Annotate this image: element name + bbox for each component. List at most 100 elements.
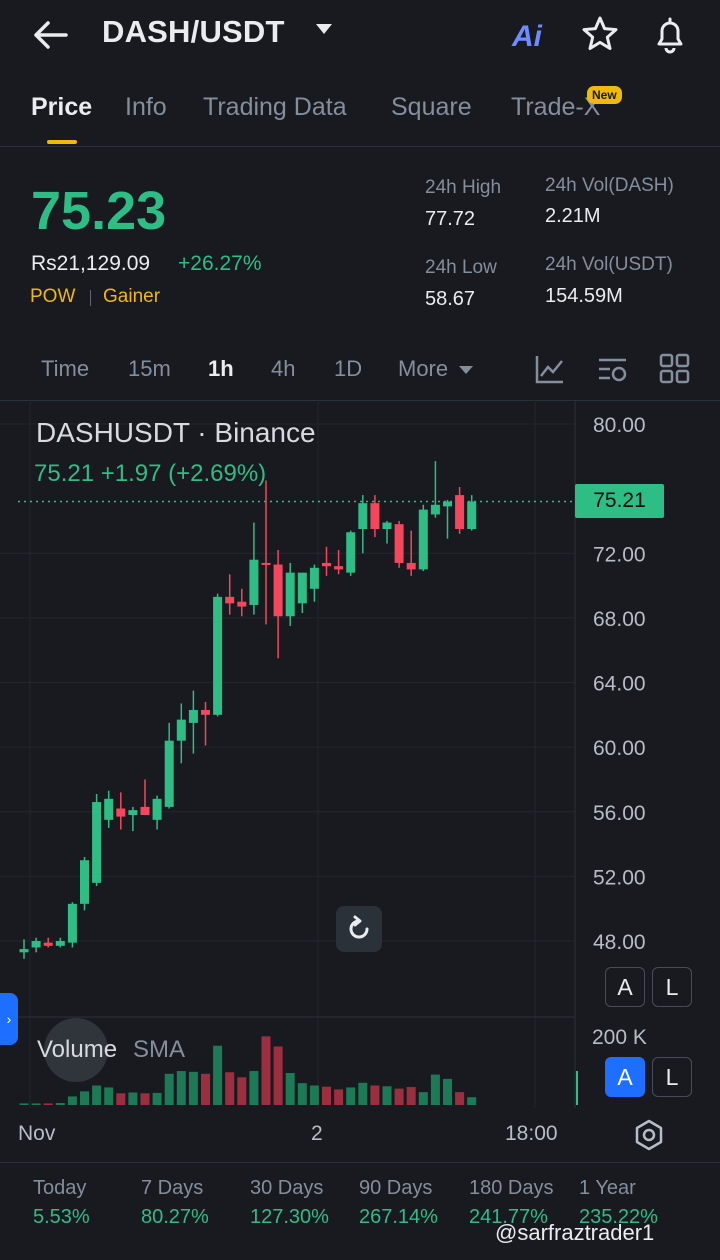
tab-trading-data[interactable]: Trading Data bbox=[203, 93, 347, 122]
gear-icon[interactable] bbox=[632, 1118, 666, 1152]
volume-label: Volume bbox=[37, 1036, 118, 1063]
volume-bar bbox=[213, 1045, 223, 1105]
low-value: 58.67 bbox=[425, 288, 476, 310]
candle-body bbox=[80, 860, 89, 904]
indicator-icon[interactable] bbox=[533, 352, 567, 386]
divider bbox=[0, 1162, 720, 1163]
current-price-tag: 75.21 bbox=[575, 484, 664, 518]
volume-bar bbox=[80, 1091, 89, 1105]
candle-body bbox=[128, 810, 138, 815]
tag-gainer[interactable]: Gainer bbox=[103, 286, 160, 308]
tab-price[interactable]: Price bbox=[31, 93, 92, 122]
candle-body bbox=[225, 596, 235, 604]
volume-bar bbox=[273, 1046, 283, 1105]
candle-body bbox=[213, 596, 223, 715]
volume-bar bbox=[92, 1085, 102, 1105]
volume-bar bbox=[406, 1087, 416, 1105]
candle-body bbox=[19, 949, 29, 953]
volume-bar bbox=[322, 1086, 331, 1105]
interval-4h[interactable]: 4h bbox=[271, 356, 295, 382]
tab-square[interactable]: Square bbox=[391, 93, 472, 122]
high-value: 77.72 bbox=[425, 208, 476, 230]
candle-body bbox=[116, 808, 126, 817]
volume-bar bbox=[394, 1088, 404, 1105]
candle-body bbox=[418, 509, 428, 570]
interval-1h[interactable]: 1h bbox=[208, 356, 234, 382]
candle-body bbox=[188, 709, 198, 723]
candle-body bbox=[443, 501, 452, 507]
active-tab-indicator bbox=[47, 140, 77, 144]
new-badge: New bbox=[587, 86, 622, 104]
y-tick-label: 80.00 bbox=[593, 414, 646, 437]
candle-body bbox=[237, 601, 247, 607]
volume-bar bbox=[418, 1092, 428, 1105]
volume-bar bbox=[176, 1071, 186, 1105]
drawing-panel-handle[interactable]: › bbox=[0, 993, 18, 1045]
candle-body bbox=[370, 503, 380, 530]
back-arrow-icon[interactable] bbox=[30, 18, 70, 52]
caret-down-icon[interactable] bbox=[316, 24, 332, 34]
vol-base-label: 24h Vol(DASH) bbox=[545, 175, 674, 196]
candle-body bbox=[67, 903, 77, 943]
divider bbox=[0, 146, 720, 147]
layout-grid-icon[interactable] bbox=[658, 352, 692, 386]
candle-body bbox=[164, 740, 174, 807]
volume-bar bbox=[382, 1086, 392, 1105]
vol-quote-label: 24h Vol(USDT) bbox=[545, 254, 673, 275]
ai-icon[interactable]: Ai bbox=[512, 20, 542, 54]
candle-body bbox=[92, 802, 102, 883]
candle-body bbox=[394, 524, 404, 563]
volume-bar bbox=[249, 1071, 259, 1105]
x-axis-label: 18:00 bbox=[505, 1122, 558, 1145]
y-tick-label: 48.00 bbox=[593, 931, 646, 954]
y-tick-label: 56.00 bbox=[593, 802, 646, 825]
volume-bar bbox=[467, 1097, 477, 1105]
perf-label-today: Today bbox=[33, 1177, 87, 1199]
volume-auto-scale-button[interactable]: A bbox=[605, 1057, 645, 1097]
candle-body bbox=[152, 798, 162, 820]
volume-bar bbox=[116, 1093, 126, 1105]
interval-15m[interactable]: 15m bbox=[128, 356, 171, 382]
volume-bar bbox=[285, 1073, 295, 1105]
chart-legend-title: DASHUSDT · Binance bbox=[36, 417, 316, 448]
candle-body bbox=[285, 572, 295, 617]
volume-bar bbox=[309, 1085, 319, 1105]
reset-chart-button[interactable] bbox=[336, 906, 382, 952]
candle-body bbox=[309, 567, 319, 589]
chart-legend-values: 75.21 +1.97 (+2.69%) bbox=[34, 460, 267, 487]
pair-selector[interactable]: DASH/USDT bbox=[102, 14, 285, 50]
volume-bar bbox=[297, 1083, 307, 1105]
tag-pow[interactable]: POW bbox=[30, 286, 75, 308]
perf-label-90d: 90 Days bbox=[359, 1177, 433, 1199]
interval-time[interactable]: Time bbox=[41, 356, 89, 382]
interval-more[interactable]: More bbox=[398, 356, 448, 382]
candle-body bbox=[406, 562, 416, 570]
candle-body bbox=[334, 566, 344, 570]
volume-bar bbox=[201, 1073, 210, 1105]
volume-bar bbox=[370, 1085, 380, 1105]
candle-body bbox=[104, 798, 114, 820]
perf-value-today: 5.53% bbox=[33, 1206, 90, 1228]
y-tick-label: 72.00 bbox=[593, 543, 646, 566]
bell-icon[interactable] bbox=[650, 14, 690, 54]
tab-info[interactable]: Info bbox=[125, 93, 167, 122]
volume-bar bbox=[346, 1087, 356, 1105]
volume-bar bbox=[128, 1092, 138, 1105]
volume-bar bbox=[430, 1074, 440, 1105]
candle-body bbox=[455, 495, 465, 530]
candle-body bbox=[430, 504, 440, 515]
caret-down-icon[interactable] bbox=[459, 366, 473, 374]
price-change-percent: +26.27% bbox=[178, 252, 262, 275]
star-icon[interactable] bbox=[580, 14, 620, 54]
candle-body bbox=[249, 559, 259, 605]
log-scale-button[interactable]: L bbox=[652, 967, 692, 1007]
volume-log-scale-button[interactable]: L bbox=[652, 1057, 692, 1097]
volume-bar bbox=[358, 1082, 368, 1105]
candle-body bbox=[43, 942, 53, 946]
perf-value-30d: 127.30% bbox=[250, 1206, 329, 1228]
high-label: 24h High bbox=[425, 177, 502, 198]
interval-1d[interactable]: 1D bbox=[334, 356, 362, 382]
auto-scale-button[interactable]: A bbox=[605, 967, 645, 1007]
volume-bar bbox=[43, 1103, 53, 1105]
chart-settings-icon[interactable] bbox=[596, 352, 630, 386]
